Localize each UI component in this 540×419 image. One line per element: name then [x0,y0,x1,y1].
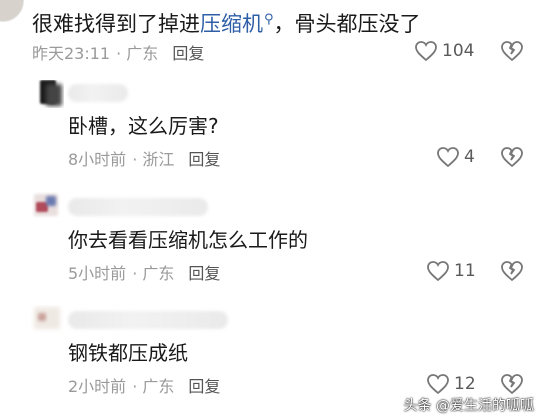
comment-time: 昨天23:11 [32,44,111,63]
dislike-icon[interactable] [500,40,524,62]
comment-location: · 广东 [132,377,175,396]
like-count: 12 [454,374,476,394]
dislike-icon[interactable] [500,373,524,395]
comment-text-part: 很难找得到了掉进 [32,12,200,36]
comment-location: · 广东 [116,44,159,63]
dislike-icon[interactable] [500,260,524,282]
comment-meta: 昨天23:11 · 广东 回复 [32,40,204,64]
reply-text: 钢铁都压成纸 [68,341,188,365]
like-count: 4 [464,147,475,167]
like-button[interactable]: 4 [436,145,475,169]
like-count: 104 [442,41,475,61]
comment-location: · 浙江 [132,150,175,169]
comment-text: 很难找得到了掉进压缩机⚲，骨头都压没了 [32,6,421,38]
like-count: 11 [454,261,476,281]
heart-icon [415,41,437,62]
username[interactable] [68,198,208,216]
comment-meta: 5小时前 · 广东 回复 [68,260,220,284]
heart-icon [427,261,449,282]
username[interactable] [68,311,228,329]
comment-meta: 2小时前 · 广东 回复 [68,373,220,397]
reply-text: 卧槽，这么厉害? [68,114,219,138]
comment-time: 8小时前 [68,150,127,169]
avatar[interactable] [20,192,64,220]
reply-button[interactable]: 回复 [188,150,220,169]
like-button[interactable]: 12 [426,372,476,396]
reply-button[interactable]: 回复 [188,377,220,396]
comment-location: · 广东 [132,264,175,283]
avatar[interactable] [0,0,24,22]
reply-button[interactable]: 回复 [172,44,204,63]
avatar[interactable] [20,80,64,108]
dislike-icon[interactable] [500,146,524,168]
heart-icon [427,374,449,395]
comment-text-part: ，骨头都压没了 [273,12,421,36]
comment-time: 2小时前 [68,377,127,396]
comment-thread: 很难找得到了掉进压缩机⚲，骨头都压没了 昨天23:11 · 广东 回复 104 卧槽… [0,0,540,419]
search-icon[interactable]: ⚲ [264,12,274,27]
reply-text: 你去看看压缩机怎么工作的 [68,228,308,252]
comment-meta: 8小时前 · 浙江 回复 [68,146,220,170]
keyword-link[interactable]: 压缩机 [200,12,263,36]
watermark: 头条 @爱生活的呱呱 [403,398,534,414]
like-button[interactable]: 11 [426,259,476,283]
username[interactable] [68,84,128,102]
reply-button[interactable]: 回复 [188,264,220,283]
heart-icon [437,147,459,168]
avatar[interactable] [20,305,64,333]
like-button[interactable]: 104 [414,39,474,63]
comment-time: 5小时前 [68,264,127,283]
